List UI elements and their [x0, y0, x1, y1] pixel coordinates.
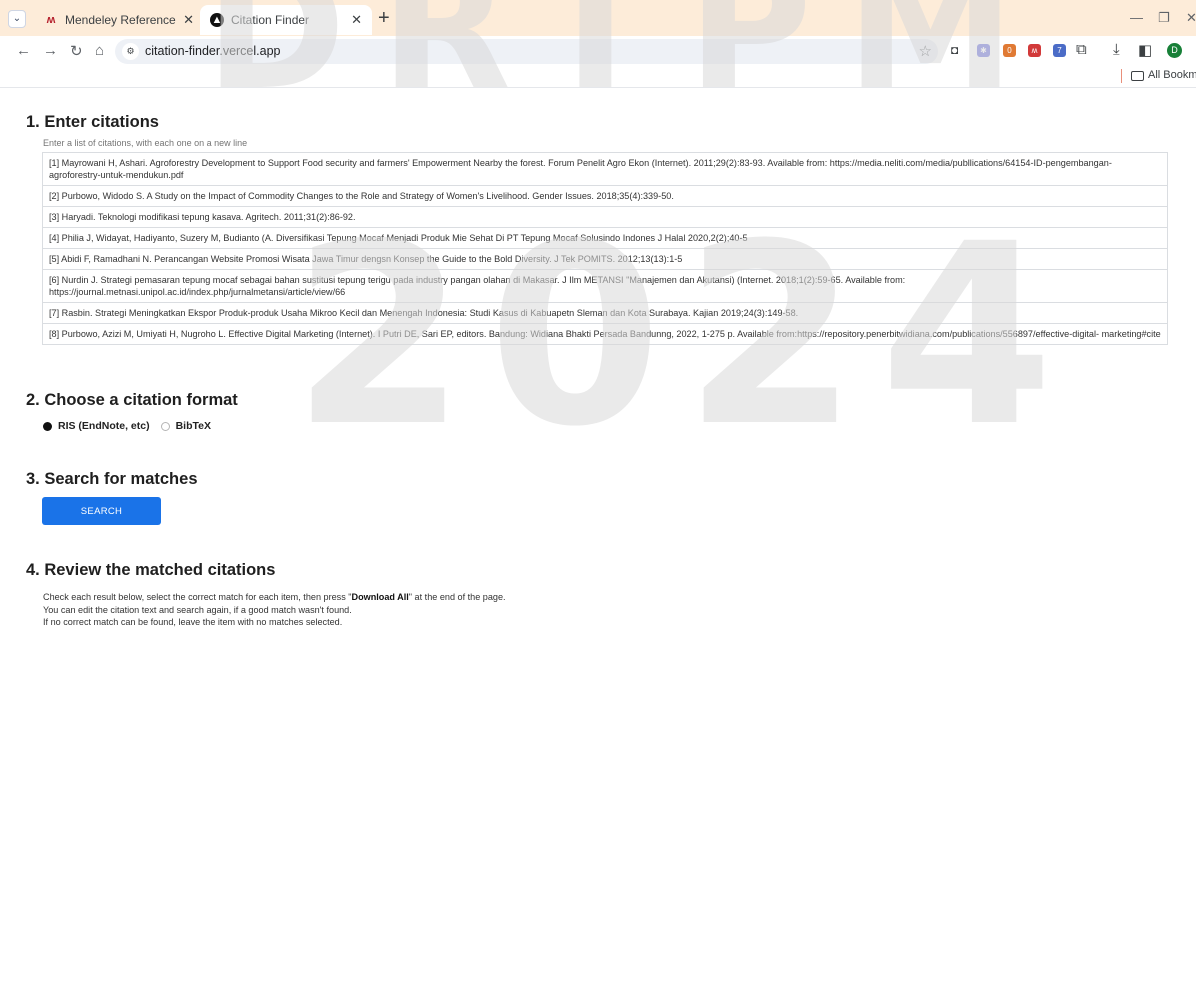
citations-textarea[interactable]: [1] Mayrowani H, Ashari. Agroforestry De…	[42, 152, 1168, 345]
bookmarks-bar: All Bookmarks	[0, 66, 1196, 88]
citation-line[interactable]: [1] Mayrowani H, Ashari. Agroforestry De…	[43, 153, 1167, 186]
citation-format-radio-group: RIS (EndNote, etc) BibTeX	[43, 420, 222, 432]
format-option-bibtex[interactable]: BibTeX	[160, 420, 211, 432]
mendeley-icon: ʍ	[46, 14, 56, 26]
citation-line[interactable]: [4] Philia J, Widayat, Hadiyanto, Suzery…	[43, 228, 1167, 249]
review-line-1: Check each result below, select the corr…	[43, 592, 506, 602]
close-tab-icon[interactable]: ✕	[183, 12, 194, 28]
bookmark-star-icon[interactable]: ☆	[919, 42, 932, 60]
review-line-3: If no correct match can be found, leave …	[43, 617, 343, 628]
search-button[interactable]: SEARCH	[42, 497, 161, 525]
extension-badge-icon[interactable]: 7	[1053, 44, 1066, 57]
browser-toolbar: ← → ↻ ⌂ ⚙ citation-finder.vercel.app ☆ ◘…	[0, 36, 1196, 66]
home-icon[interactable]: ⌂	[95, 42, 104, 59]
citations-hint: Enter a list of citations, with each one…	[43, 138, 248, 148]
format-label-bibtex: BibTeX	[175, 420, 211, 432]
browser-tab-bar: ⌄ ʍ Mendeley Reference Manager ✕ ▲ Citat…	[0, 0, 1196, 38]
minimize-icon[interactable]: —	[1130, 10, 1143, 25]
format-label-ris: RIS (EndNote, etc)	[58, 420, 150, 432]
section-title-citation-format: 2. Choose a citation format	[26, 391, 238, 409]
site-info-icon[interactable]: ⚙	[122, 43, 139, 60]
tab-mendeley[interactable]: ʍ Mendeley Reference Manager ✕	[34, 5, 204, 35]
format-option-ris[interactable]: RIS (EndNote, etc)	[43, 420, 150, 432]
side-panel-icon[interactable]: ◧	[1138, 41, 1152, 59]
extension-icon[interactable]: ✱	[977, 44, 990, 57]
review-line-2: You can edit the citation text and searc…	[43, 604, 352, 615]
download-all-label: Download All	[351, 592, 409, 602]
radio-selected-icon[interactable]	[43, 421, 52, 431]
citation-line[interactable]: [3] Haryadi. Teknologi modifikasi tepung…	[43, 207, 1167, 228]
tab-title: Citation Finder	[231, 13, 310, 27]
restore-icon[interactable]: ❐	[1158, 10, 1170, 26]
tab-search-chevron-icon[interactable]: ⌄	[8, 10, 26, 28]
new-tab-button[interactable]: +	[378, 7, 390, 30]
tab-title: Mendeley Reference Manager	[65, 13, 176, 27]
review-instructions: Check each result below, select the corr…	[43, 591, 506, 629]
extension-badge-icon[interactable]: 0	[1003, 44, 1016, 57]
back-icon[interactable]: ←	[16, 42, 31, 59]
folder-icon	[1131, 71, 1144, 81]
citation-line[interactable]: [7] Rasbin. Strategi Meningkatkan Ekspor…	[43, 303, 1167, 324]
reload-icon[interactable]: ↻	[70, 42, 83, 60]
all-bookmarks-button[interactable]: All Bookmarks	[1131, 69, 1196, 81]
download-icon[interactable]: ⤓	[1113, 41, 1120, 58]
section-title-enter-citations: 1. Enter citations	[26, 113, 159, 131]
citation-line[interactable]: [6] Nurdin J. Strategi pemasaran tepung …	[43, 270, 1167, 303]
radio-unselected-icon[interactable]	[160, 421, 170, 431]
url-text: citation-finder.vercel.app	[145, 44, 281, 58]
section-title-review: 4. Review the matched citations	[26, 561, 276, 579]
profile-avatar[interactable]: D	[1167, 43, 1182, 58]
citation-line[interactable]: [2] Purbowo, Widodo S. A Study on the Im…	[43, 186, 1167, 207]
mendeley-extension-icon[interactable]: ʍ	[1028, 44, 1041, 57]
close-window-icon[interactable]: ✕	[1186, 10, 1196, 26]
forward-icon[interactable]: →	[43, 42, 58, 59]
camera-extension-icon[interactable]: ◘	[951, 43, 958, 57]
close-tab-icon[interactable]: ✕	[351, 12, 362, 28]
tab-citation-finder[interactable]: ▲ Citation Finder ✕	[200, 5, 372, 35]
citation-line[interactable]: [5] Abidi F, Ramadhani N. Perancangan We…	[43, 249, 1167, 270]
citation-finder-icon: ▲	[210, 13, 224, 27]
section-title-search: 3. Search for matches	[26, 470, 198, 488]
bookmarks-divider	[1121, 69, 1122, 83]
citation-line[interactable]: [8] Purbowo, Azizi M, Umiyati H, Nugroho…	[43, 324, 1167, 344]
extensions-puzzle-icon[interactable]: ⧉	[1076, 41, 1087, 58]
address-bar[interactable]: ⚙ citation-finder.vercel.app ☆	[115, 39, 938, 64]
all-bookmarks-label: All Bookmarks	[1148, 69, 1196, 81]
